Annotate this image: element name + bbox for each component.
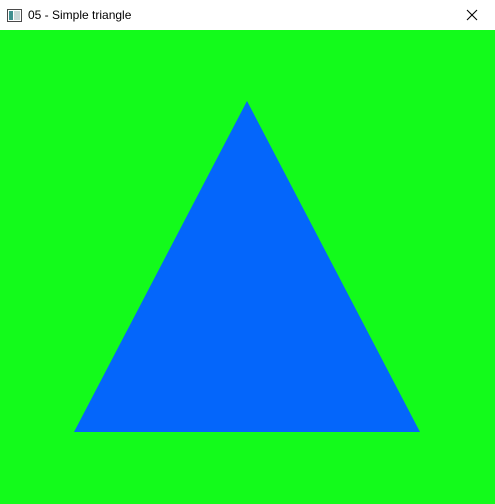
app-window: 05 - Simple triangle <box>0 0 495 504</box>
render-surface <box>0 30 495 504</box>
window-app-icon <box>7 8 22 22</box>
close-button[interactable] <box>449 0 495 30</box>
title-bar[interactable]: 05 - Simple triangle <box>0 0 495 30</box>
render-canvas[interactable] <box>0 30 495 504</box>
window-title: 05 - Simple triangle <box>28 8 132 22</box>
close-icon <box>466 9 478 21</box>
